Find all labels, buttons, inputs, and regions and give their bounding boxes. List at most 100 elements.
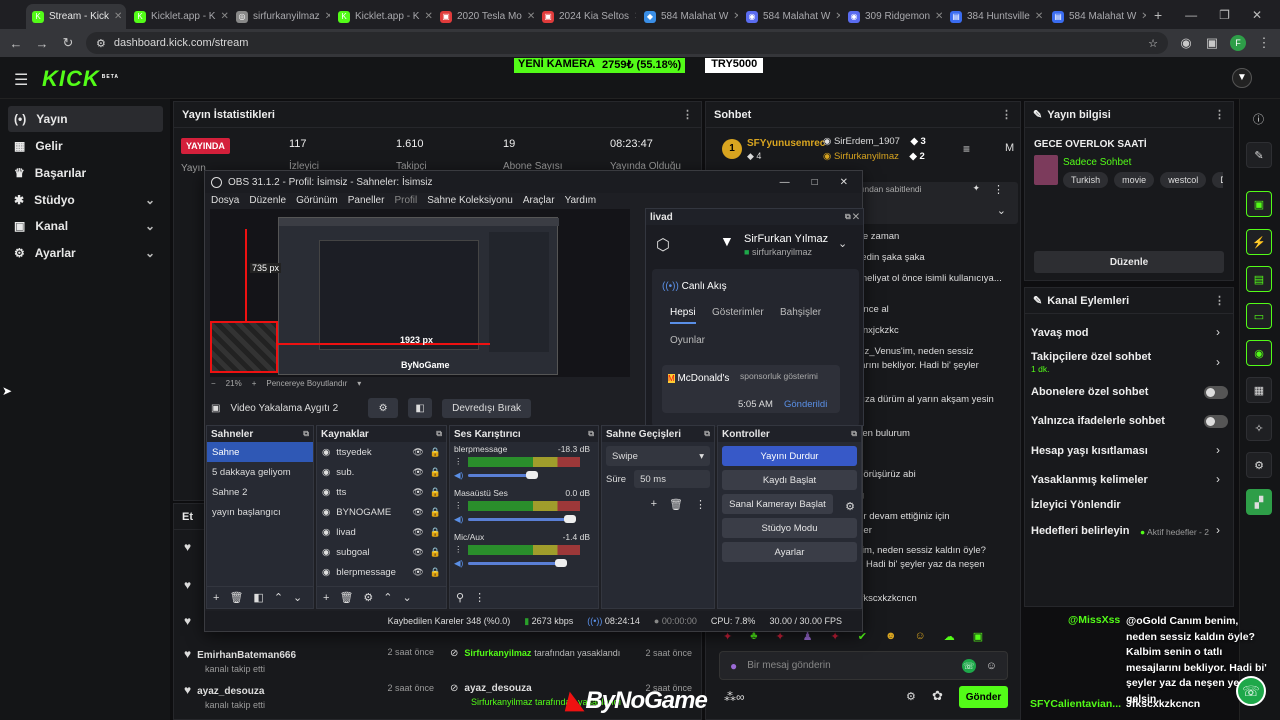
more-options-icon[interactable]: ⋮ <box>454 544 463 555</box>
livad-tab-impressions[interactable]: Gösterimler <box>712 307 764 318</box>
browser-tab[interactable]: ▤ 584 Malahat W ✕ <box>1046 4 1146 29</box>
chevron-right-icon[interactable]: › <box>1216 325 1220 339</box>
hamburger-menu-icon[interactable]: ☰ <box>14 70 28 90</box>
emote-icon[interactable]: ☻ <box>885 630 897 646</box>
user-avatar[interactable]: ▼ <box>1232 68 1252 88</box>
eye-icon[interactable]: 👁 <box>412 507 423 518</box>
speaker-icon[interactable]: ◀) <box>454 558 463 569</box>
new-tab-icon[interactable]: + <box>1154 7 1162 23</box>
broadcast-icon[interactable]: ◉ <box>1246 340 1272 366</box>
obs-menu-item[interactable]: Düzenle <box>249 195 286 206</box>
link-icon[interactable]: ⚲ <box>456 591 464 604</box>
minimize-icon[interactable]: — <box>1185 8 1197 22</box>
obs-menu-item[interactable]: Yardım <box>565 195 597 206</box>
followers-only-action[interactable]: Takipçilere özel sohbet <box>1031 351 1151 363</box>
filter-icon[interactable]: ≡ <box>963 142 970 156</box>
event-user[interactable]: EmirhanBateman666 <box>197 650 296 661</box>
more-options-icon[interactable]: ⋮ <box>1214 294 1225 307</box>
app-icon[interactable]: ▞ <box>1246 489 1272 515</box>
close-tab-icon[interactable]: ✕ <box>220 11 228 22</box>
sidebar-item-studyo[interactable]: ✱ Stüdyo ⌄ <box>8 187 163 213</box>
livad-tab-games[interactable]: Oyunlar <box>670 335 705 346</box>
lock-icon[interactable]: 🔒 <box>430 467 441 478</box>
eye-icon[interactable]: 👁 <box>412 527 423 538</box>
dock-popout-icon[interactable]: ⧉ <box>436 429 442 439</box>
pencil-icon[interactable]: ✎ <box>1246 142 1272 168</box>
trash-icon[interactable]: 🗑 <box>229 591 243 604</box>
kick-logo[interactable]: KICK BETA <box>42 66 119 92</box>
emote-icon[interactable]: ✦ <box>723 630 732 646</box>
sidebar-item-ayarlar[interactable]: ⚙ Ayarlar ⌄ <box>8 240 163 266</box>
close-tab-icon[interactable]: ✕ <box>1035 11 1043 22</box>
zoom-out-icon[interactable]: − <box>211 379 216 388</box>
leader-2-name[interactable]: ◉ SirErdem_1907 ◆ 3 <box>823 136 926 147</box>
emote-icon[interactable]: ♣ <box>750 630 757 646</box>
scene-item[interactable]: Sahne 2 <box>207 482 313 502</box>
close-tab-icon[interactable]: ✕ <box>733 11 738 22</box>
scene-item[interactable]: 5 dakkaya geliyom <box>207 462 313 482</box>
close-tab-icon[interactable]: ✕ <box>114 11 122 22</box>
browser-tab[interactable]: ◉ 584 Malahat W ✕ <box>740 4 840 29</box>
chevron-down-icon[interactable]: ⌄ <box>293 591 302 604</box>
eye-icon[interactable]: 👁 <box>412 467 423 478</box>
more-options-icon[interactable]: ⋮ <box>682 108 693 121</box>
banned-words-action[interactable]: Yasaklanmış kelimeler <box>1031 474 1148 486</box>
badge-icon[interactable]: ✿ <box>932 688 943 704</box>
close-window-icon[interactable]: ✕ <box>1252 8 1262 22</box>
more-options-icon[interactable]: ⋮ <box>695 498 706 511</box>
dock-popout-icon[interactable]: ⧉ <box>704 429 710 439</box>
redirect-viewers-action[interactable]: İzleyici Yönlendir <box>1031 499 1121 511</box>
event-user[interactable]: ayaz_desouza <box>197 686 264 697</box>
scene-item[interactable]: yayın başlangıcı <box>207 502 313 522</box>
scene-item[interactable]: Sahne <box>207 442 313 462</box>
chevron-down-icon[interactable]: ⌄ <box>838 237 847 250</box>
chevron-up-icon[interactable]: ⌃ <box>274 591 283 604</box>
emote-icon[interactable]: ▣ <box>973 630 983 646</box>
back-icon[interactable]: ← <box>8 36 24 51</box>
chevron-down-icon[interactable]: ▾ <box>357 379 361 388</box>
chevron-right-icon[interactable]: › <box>1216 443 1220 457</box>
settings-button[interactable]: Ayarlar <box>722 542 857 562</box>
forward-icon[interactable]: → <box>34 36 50 51</box>
zoom-in-icon[interactable]: + <box>252 379 257 388</box>
volume-slider[interactable] <box>468 471 538 479</box>
filters-icon[interactable]: ◧ <box>253 591 263 604</box>
livad-tab-all[interactable]: Hepsi <box>670 307 696 324</box>
chevron-up-icon[interactable]: ⌃ <box>383 591 392 604</box>
edit-stream-button[interactable]: Düzenle <box>1034 251 1224 273</box>
wrench-icon[interactable]: ✧ <box>1246 415 1272 441</box>
browser-tab[interactable]: K Kicklet.app - K ✕ <box>128 4 228 29</box>
eye-icon[interactable]: 👁 <box>412 547 423 558</box>
document-icon[interactable]: ▤ <box>1246 266 1272 292</box>
obs-menu-item[interactable]: Dosya <box>211 195 239 206</box>
browser-menu-icon[interactable]: ⋮ <box>1256 35 1272 51</box>
lock-icon[interactable]: 🔒 <box>430 507 441 518</box>
puzzle-icon[interactable]: ▣ <box>1204 35 1220 51</box>
eye-icon[interactable]: 👁 <box>412 447 423 458</box>
chat-bubble-icon[interactable]: ▭ <box>1246 303 1272 329</box>
restore-icon[interactable]: □ <box>812 177 818 188</box>
browser-tab[interactable]: K Stream - Kick ✕ <box>26 4 126 29</box>
speaker-icon[interactable]: ◀) <box>454 514 463 525</box>
points-icon[interactable]: ⁂∞ <box>724 690 745 704</box>
dock-popout-icon[interactable]: ⧉ <box>851 429 857 439</box>
sidebar-item-basarilar[interactable]: ♛ Başarılar <box>8 160 163 186</box>
filters-icon[interactable]: ◧ <box>408 398 433 418</box>
info-icon[interactable]: ⓘ <box>1253 111 1264 127</box>
mod-user[interactable]: ayaz_desouza <box>464 683 531 694</box>
deactivate-button[interactable]: Devredışı Bırak <box>442 398 532 418</box>
reload-icon[interactable]: ↻ <box>60 35 76 51</box>
profile-avatar[interactable]: F <box>1230 35 1246 51</box>
volume-slider[interactable] <box>468 515 576 523</box>
gear-icon[interactable]: ⚙ <box>368 398 399 418</box>
close-tab-icon[interactable]: ✕ <box>527 11 534 22</box>
chat-input[interactable]: ● Bir mesaj gönderin ☏ ☺ <box>719 651 1008 680</box>
sidebar-item-yayin[interactable]: (•) Yayın <box>8 106 163 132</box>
more-options-icon[interactable]: ⋮ <box>1001 108 1012 121</box>
source-item[interactable]: ◉ sub. 👁 🔒 <box>317 462 446 482</box>
eye-icon[interactable]: 👁 <box>412 567 423 578</box>
layout-icon[interactable]: ▦ <box>1246 377 1272 403</box>
emote-icon[interactable]: ♟ <box>803 630 813 646</box>
livad-tab-tips[interactable]: Bahşişler <box>780 307 821 318</box>
bookmark-star-icon[interactable]: ☆ <box>1148 37 1158 50</box>
